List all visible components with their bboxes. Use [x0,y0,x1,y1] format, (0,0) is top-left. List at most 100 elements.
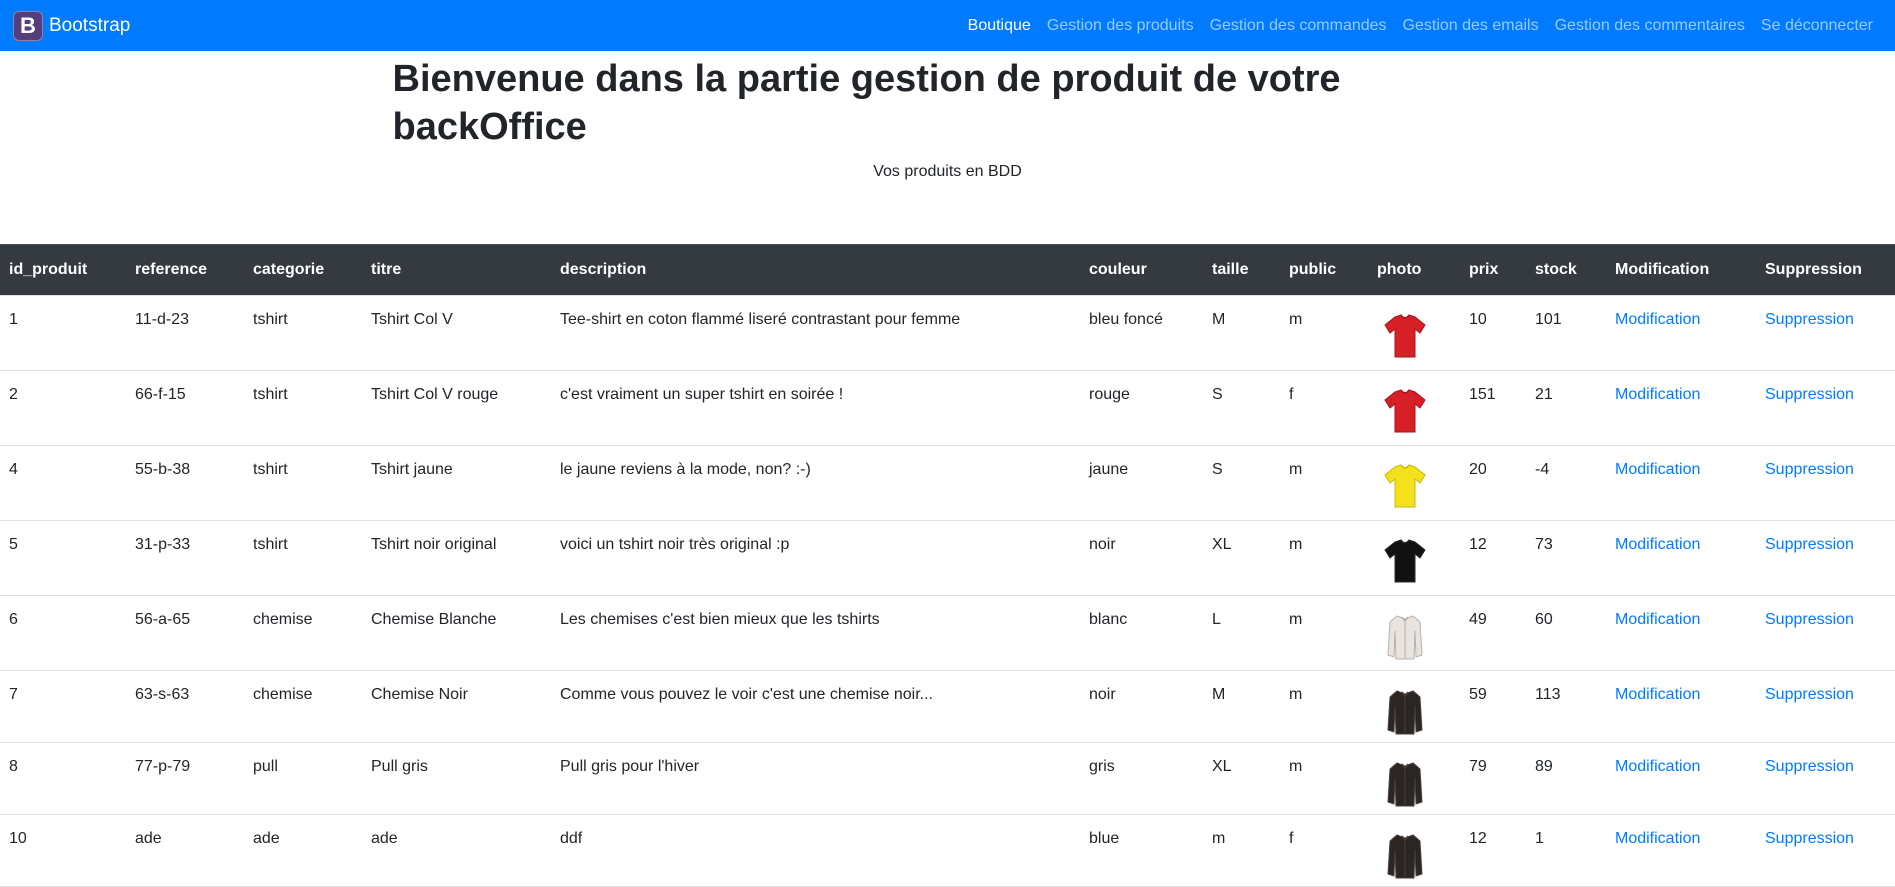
header-photo: photo [1368,244,1460,296]
cell-couleur: noir [1080,670,1203,743]
cell-description: ddf [551,814,1080,887]
cell-prix: 20 [1460,445,1526,521]
cell-categorie: chemise [244,595,362,671]
cell-taille: M [1203,295,1280,371]
cell-reference: 11-d-23 [126,295,244,371]
cell-couleur: jaune [1080,445,1203,521]
cell-suppression: Suppression [1756,814,1895,887]
table-header-row: id_produit reference categorie titre des… [0,244,1895,296]
bootstrap-logo-icon: B [13,10,43,41]
table-row: 4 55-b-38 tshirt Tshirt jaune le jaune revie… [0,445,1895,521]
cell-titre: Tshirt noir original [362,520,551,596]
nav-link-boutique[interactable]: Boutique [960,17,1039,35]
cell-taille: XL [1203,742,1280,815]
cell-id: 6 [0,595,126,671]
cell-stock: -4 [1526,445,1606,521]
header-reference: reference [126,244,244,296]
cell-description: Comme vous pouvez le voir c'est une chem… [551,670,1080,743]
suppression-link[interactable]: Suppression [1765,311,1854,328]
cell-modification: Modification [1606,670,1756,743]
modification-link[interactable]: Modification [1615,311,1700,328]
cell-public: m [1280,595,1368,671]
product-photo [1377,611,1451,661]
cell-id: 4 [0,445,126,521]
header-id-produit: id_produit [0,244,126,296]
product-photo [1377,536,1451,586]
cell-titre: Tshirt Col V [362,295,551,371]
cell-titre: Chemise Noir [362,670,551,743]
cell-photo [1368,520,1460,596]
cell-reference: ade [126,814,244,887]
cell-categorie: tshirt [244,295,362,371]
cell-suppression: Suppression [1756,295,1895,371]
nav-link-gestion-produits[interactable]: Gestion des produits [1039,17,1202,35]
nav-link-gestion-commandes[interactable]: Gestion des commandes [1202,17,1395,35]
cell-suppression: Suppression [1756,445,1895,521]
modification-link[interactable]: Modification [1615,536,1700,553]
cell-photo [1368,370,1460,446]
cell-prix: 79 [1460,742,1526,815]
modification-link[interactable]: Modification [1615,758,1700,775]
cell-photo [1368,742,1460,815]
nav-links: Boutique Gestion des produits Gestion de… [960,17,1881,35]
cell-categorie: tshirt [244,520,362,596]
cell-categorie: tshirt [244,445,362,521]
product-photo [1377,686,1451,736]
header-stock: stock [1526,244,1606,296]
cell-couleur: blanc [1080,595,1203,671]
nav-link-gestion-commentaires[interactable]: Gestion des commentaires [1547,17,1753,35]
cell-couleur: blue [1080,814,1203,887]
nav-link-logout[interactable]: Se déconnecter [1753,17,1881,35]
page-subtitle: Vos produits en BDD [873,163,1022,180]
table-row: 6 56-a-65 chemise Chemise Blanche Les chemis… [0,595,1895,671]
cell-taille: XL [1203,520,1280,596]
cell-description: c'est vraiment un super tshirt en soirée… [551,370,1080,446]
modification-link[interactable]: Modification [1615,611,1700,628]
cell-titre: Chemise Blanche [362,595,551,671]
suppression-link[interactable]: Suppression [1765,686,1854,703]
cell-public: m [1280,295,1368,371]
cell-reference: 63-s-63 [126,670,244,743]
cell-id: 5 [0,520,126,596]
cell-categorie: pull [244,742,362,815]
cell-reference: 77-p-79 [126,742,244,815]
suppression-link[interactable]: Suppression [1765,386,1854,403]
nav-link-gestion-emails[interactable]: Gestion des emails [1395,17,1547,35]
cell-stock: 101 [1526,295,1606,371]
brand-label: Bootstrap [49,14,131,36]
product-photo [1377,758,1451,808]
cell-taille: S [1203,370,1280,446]
modification-link[interactable]: Modification [1615,830,1700,847]
suppression-link[interactable]: Suppression [1765,536,1854,553]
table-body: 1 11-d-23 tshirt Tshirt Col V Tee-shirt en c… [0,295,1895,887]
header-public: public [1280,244,1368,296]
cell-titre: Tshirt jaune [362,445,551,521]
cell-prix: 12 [1460,520,1526,596]
cell-categorie: chemise [244,670,362,743]
cell-stock: 113 [1526,670,1606,743]
table-row: 2 66-f-15 tshirt Tshirt Col V rouge c'est vr… [0,370,1895,446]
cell-public: f [1280,370,1368,446]
navbar-brand[interactable]: B Bootstrap [13,10,131,41]
cell-description: Tee-shirt en coton flammé liseré contras… [551,295,1080,371]
cell-prix: 49 [1460,595,1526,671]
cell-stock: 60 [1526,595,1606,671]
suppression-link[interactable]: Suppression [1765,461,1854,478]
cell-id: 2 [0,370,126,446]
suppression-link[interactable]: Suppression [1765,611,1854,628]
modification-link[interactable]: Modification [1615,686,1700,703]
product-photo [1377,386,1451,436]
cell-suppression: Suppression [1756,520,1895,596]
cell-id: 7 [0,670,126,743]
cell-couleur: gris [1080,742,1203,815]
suppression-link[interactable]: Suppression [1765,830,1854,847]
modification-link[interactable]: Modification [1615,461,1700,478]
modification-link[interactable]: Modification [1615,386,1700,403]
cell-description: Les chemises c'est bien mieux que les ts… [551,595,1080,671]
header-categorie: categorie [244,244,362,296]
header-taille: taille [1203,244,1280,296]
product-photo [1377,830,1451,880]
table-row: 5 31-p-33 tshirt Tshirt noir original voici … [0,520,1895,596]
suppression-link[interactable]: Suppression [1765,758,1854,775]
cell-photo [1368,595,1460,671]
